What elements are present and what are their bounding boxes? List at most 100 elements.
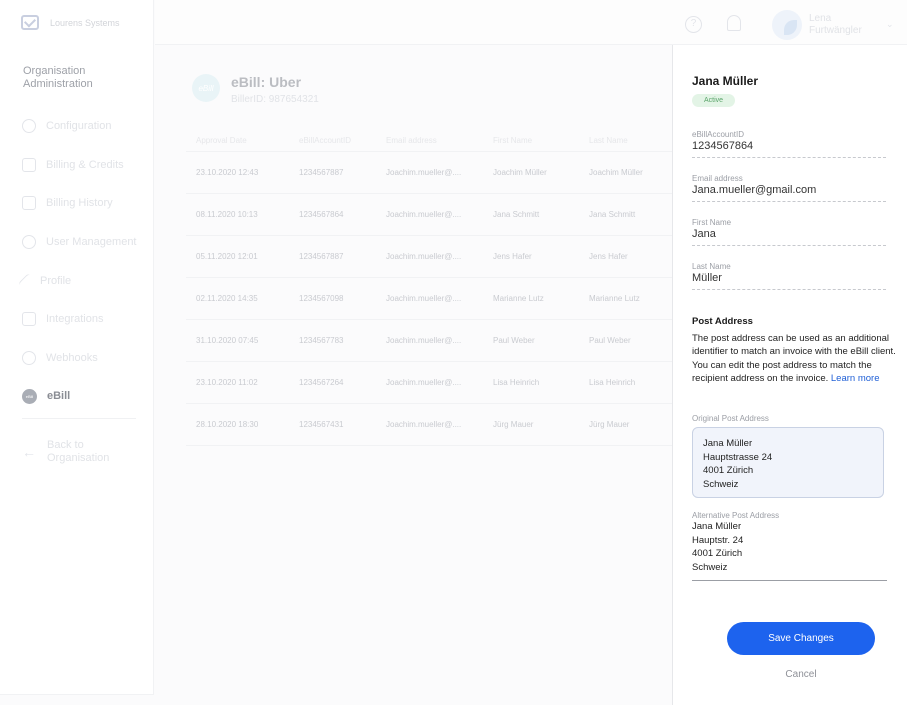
table-cell: Lisa Heinrich: [493, 378, 540, 387]
table-cell: Marianne Lutz: [493, 294, 544, 303]
ebill-account-id-field[interactable]: eBillAccountID 1234567864: [692, 130, 886, 158]
bell-icon[interactable]: [727, 15, 741, 31]
top-bar: ? Lena Furtwängler ⌄: [155, 0, 907, 45]
table-cell: Joachim.mueller@....: [386, 336, 462, 345]
alternative-address-input[interactable]: Jana Müller Hauptstr. 24 4001 Zürich Sch…: [692, 520, 887, 581]
page-title: eBill: Uber: [231, 74, 302, 90]
sidebar-item-label: Billing & Credits: [46, 158, 124, 171]
table-row[interactable]: 23.10.2020 11:02 1234567264 Joachim.muelle…: [186, 362, 672, 404]
sidebar-item-label: Webhooks: [46, 351, 98, 364]
sidebar-item-label: Billing History: [46, 197, 113, 210]
sidebar: Lourens Systems Organisation Administrat…: [0, 0, 154, 695]
table-row[interactable]: 05.11.2020 12:01 1234567887 Joachim.muelle…: [186, 236, 672, 278]
field-value: Jana: [692, 228, 716, 240]
table-cell: Jana Schmitt: [493, 210, 540, 219]
table-cell: 23.10.2020 11:02: [196, 378, 258, 387]
original-address-label: Original Post Address: [692, 414, 769, 423]
ebill-accounts-table: Approval Date eBillAccountID Email addre…: [186, 130, 672, 446]
table-row[interactable]: 28.10.2020 18:30 1234567431 Joachim.muelle…: [186, 404, 672, 446]
avatar[interactable]: [772, 10, 802, 40]
table-cell: Joachim.mueller@....: [386, 168, 462, 177]
column-header[interactable]: Email address: [386, 136, 437, 145]
biller-logo: eBill: [192, 74, 220, 102]
address-line: Hauptstrasse 24: [703, 451, 773, 463]
arrow-left-icon: ←: [22, 444, 36, 460]
email-field[interactable]: Email address Jana.mueller@gmail.com: [692, 174, 886, 202]
chevron-down-icon[interactable]: ⌄: [886, 19, 894, 30]
users-icon: [22, 235, 36, 250]
field-label: First Name: [692, 218, 732, 227]
table-cell: Jana Schmitt: [589, 210, 636, 219]
table-cell: Paul Weber: [589, 336, 631, 345]
sidebar-item-billing-credits[interactable]: Billing & Credits: [0, 146, 154, 185]
table-cell: Joachim Müller: [493, 168, 547, 177]
field-label: eBillAccountID: [692, 130, 745, 139]
sidebar-item-ebill[interactable]: eBill eBill: [0, 377, 154, 416]
address-line: 4001 Zürich: [692, 548, 743, 559]
first-name-field[interactable]: First Name Jana: [692, 218, 886, 246]
table-cell: 31.10.2020 07:45: [196, 336, 259, 345]
learn-more-link[interactable]: Learn more: [831, 373, 880, 384]
table-cell: 28.10.2020 18:30: [196, 420, 259, 429]
brand[interactable]: Lourens Systems: [21, 15, 120, 30]
table-cell: Marianne Lutz: [589, 294, 640, 303]
table-row[interactable]: 23.10.2020 12:43 1234567887 Joachim.muelle…: [186, 152, 672, 194]
save-changes-button[interactable]: Save Changes: [727, 622, 875, 655]
table-cell: Joachim Müller: [589, 168, 643, 177]
table-row[interactable]: 02.11.2020 14:35 1234567098 Joachim.muelle…: [186, 278, 672, 320]
sidebar-item-billing-history[interactable]: Billing History: [0, 184, 154, 223]
table-cell: Lisa Heinrich: [589, 378, 636, 387]
status-badge: Active: [692, 94, 736, 107]
table-cell: Joachim.mueller@....: [386, 420, 462, 429]
column-header[interactable]: First Name: [493, 136, 532, 145]
original-address-box: Jana Müller Hauptstrasse 24 4001 Zürich …: [692, 427, 884, 498]
sidebar-item-configuration[interactable]: Configuration: [0, 107, 154, 146]
sidebar-nav: Configuration Billing & Credits Billing …: [0, 107, 154, 416]
table-cell: Jürg Mauer: [493, 420, 534, 429]
sidebar-item-profile[interactable]: Profile: [0, 261, 154, 300]
column-header[interactable]: Approval Date: [196, 136, 247, 145]
integrations-icon: [22, 312, 36, 327]
sidebar-section-title: Organisation Administration: [23, 65, 93, 90]
address-line: Hauptstr. 24: [692, 534, 744, 546]
post-address-title: Post Address: [692, 316, 753, 327]
sidebar-item-label: Configuration: [46, 120, 112, 133]
sidebar-item-user-management[interactable]: User Management: [0, 223, 154, 262]
sidebar-item-label: User Management: [46, 236, 137, 249]
column-header[interactable]: eBillAccountID: [299, 136, 351, 145]
address-line: Schweiz: [703, 478, 739, 490]
table-cell: Joachim.mueller@....: [386, 210, 462, 219]
wallet-icon: [22, 157, 36, 172]
gear-icon: [22, 119, 36, 134]
table-cell: Joachim.mueller@....: [386, 378, 462, 387]
sidebar-item-webhooks[interactable]: Webhooks: [0, 339, 154, 378]
last-name-field[interactable]: Last Name Müller: [692, 262, 886, 290]
biller-id: BillerID: 987654321: [231, 94, 319, 105]
table-row[interactable]: 08.11.2020 10:13 1234567864 Joachim.muelle…: [186, 194, 672, 236]
history-icon: [22, 196, 36, 211]
table-cell: 1234567864: [299, 210, 344, 219]
field-label: Last Name: [692, 262, 731, 271]
sidebar-item-label: Profile: [40, 274, 72, 287]
webhook-icon: [22, 350, 36, 365]
field-value: Jana.mueller@gmail.com: [692, 184, 817, 196]
table-cell: 02.11.2020 14:35: [196, 294, 258, 303]
detail-panel: Jana Müller Active eBillAccountID 123456…: [672, 45, 907, 705]
sidebar-item-label: eBill: [47, 390, 71, 403]
back-to-organisation-link[interactable]: ← Back to Organisation: [22, 439, 117, 465]
table-cell: Jens Hafer: [589, 252, 628, 261]
table-row[interactable]: 31.10.2020 07:45 1234567783 Joachim.muelle…: [186, 320, 672, 362]
sidebar-divider: [22, 418, 136, 419]
cancel-button[interactable]: Cancel: [768, 669, 834, 680]
help-icon[interactable]: ?: [685, 16, 702, 33]
sidebar-item-label: Integrations: [46, 313, 104, 326]
address-line: Jana Müller: [692, 521, 742, 532]
user-name[interactable]: Lena Furtwängler: [809, 13, 879, 37]
column-header[interactable]: Last Name: [589, 136, 628, 145]
back-label: Back to Organisation: [47, 439, 110, 464]
brand-name: Lourens Systems: [50, 17, 120, 28]
table-cell: 1234567887: [299, 168, 344, 177]
table-cell: Joachim.mueller@....: [386, 294, 462, 303]
sidebar-item-integrations[interactable]: Integrations: [0, 300, 154, 339]
table-cell: Jens Hafer: [493, 252, 532, 261]
